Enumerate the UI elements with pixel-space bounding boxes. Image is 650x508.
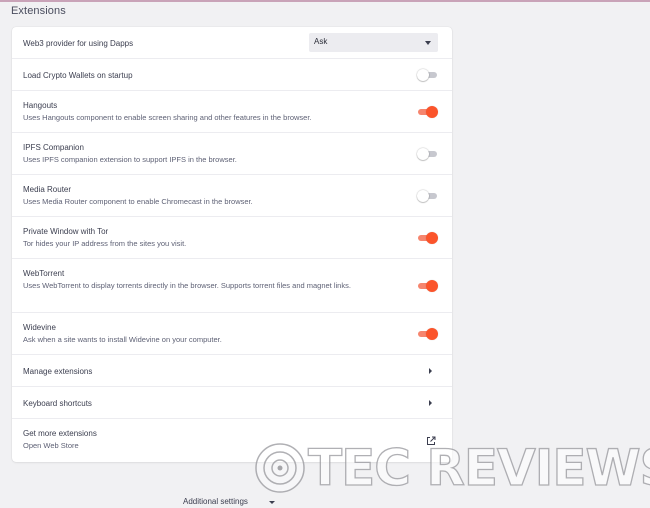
toggle-knob [426,328,438,340]
crypto-wallets-row: Load Crypto Wallets on startup [12,59,452,91]
top-border [0,0,650,2]
widevine-label: Widevine [23,323,56,332]
web3-provider-label: Web3 provider for using Dapps [23,39,134,48]
hangouts-toggle[interactable] [417,106,438,118]
media-router-description: Uses Media Router component to enable Ch… [23,197,253,206]
ipfs-companion-toggle[interactable] [417,148,438,160]
chevron-right-icon [429,368,432,374]
keyboard-shortcuts-label: Keyboard shortcuts [23,399,92,408]
tor-window-toggle[interactable] [417,232,438,244]
widevine-description: Ask when a site wants to install Widevin… [23,335,222,344]
web3-provider-select[interactable]: Ask [309,33,438,52]
additional-settings-link[interactable]: Additional settings [183,497,248,506]
toggle-knob [426,280,438,292]
webtorrent-row: WebTorrent Uses WebTorrent to display to… [12,259,452,313]
manage-extensions-row[interactable]: Manage extensions [12,355,452,387]
watermark: TEC REVIEWS [252,438,650,498]
media-router-label: Media Router [23,185,72,194]
tor-window-label: Private Window with Tor [23,227,109,236]
web3-provider-value: Ask [314,37,328,46]
caret-down-icon [425,41,431,45]
get-more-extensions-label: Get more extensions [23,429,97,438]
toggle-knob [417,190,429,202]
webtorrent-toggle[interactable] [417,280,438,292]
ipfs-companion-label: IPFS Companion [23,143,84,152]
toggle-knob [417,69,429,81]
manage-extensions-label: Manage extensions [23,367,93,376]
ipfs-companion-description: Uses IPFS companion extension to support… [23,155,237,164]
crypto-wallets-toggle[interactable] [417,69,438,81]
section-title: Extensions [11,5,66,17]
toggle-knob [426,232,438,244]
hangouts-description: Uses Hangouts component to enable screen… [23,113,312,122]
watermark-target-icon [255,443,305,493]
extensions-card: Web3 provider for using Dapps Ask Load C… [12,27,452,462]
crypto-wallets-label: Load Crypto Wallets on startup [23,71,133,80]
toggle-knob [417,148,429,160]
hangouts-label: Hangouts [23,101,58,110]
ipfs-companion-row: IPFS Companion Uses IPFS companion exten… [12,133,452,175]
chevron-right-icon [429,400,432,406]
media-router-toggle[interactable] [417,190,438,202]
caret-down-icon[interactable] [269,501,275,504]
hangouts-row: Hangouts Uses Hangouts component to enab… [12,91,452,133]
media-router-row: Media Router Uses Media Router component… [12,175,452,217]
keyboard-shortcuts-row[interactable]: Keyboard shortcuts [12,387,452,419]
toggle-knob [426,106,438,118]
tor-window-row: Private Window with Tor Tor hides your I… [12,217,452,259]
webtorrent-description: Uses WebTorrent to display torrents dire… [23,281,351,290]
widevine-row: Widevine Ask when a site wants to instal… [12,313,452,355]
webtorrent-label: WebTorrent [23,269,65,278]
web3-provider-row: Web3 provider for using Dapps Ask [12,27,452,59]
tor-window-description: Tor hides your IP address from the sites… [23,239,187,248]
widevine-toggle[interactable] [417,328,438,340]
watermark-text: TEC REVIEWS [307,439,650,497]
